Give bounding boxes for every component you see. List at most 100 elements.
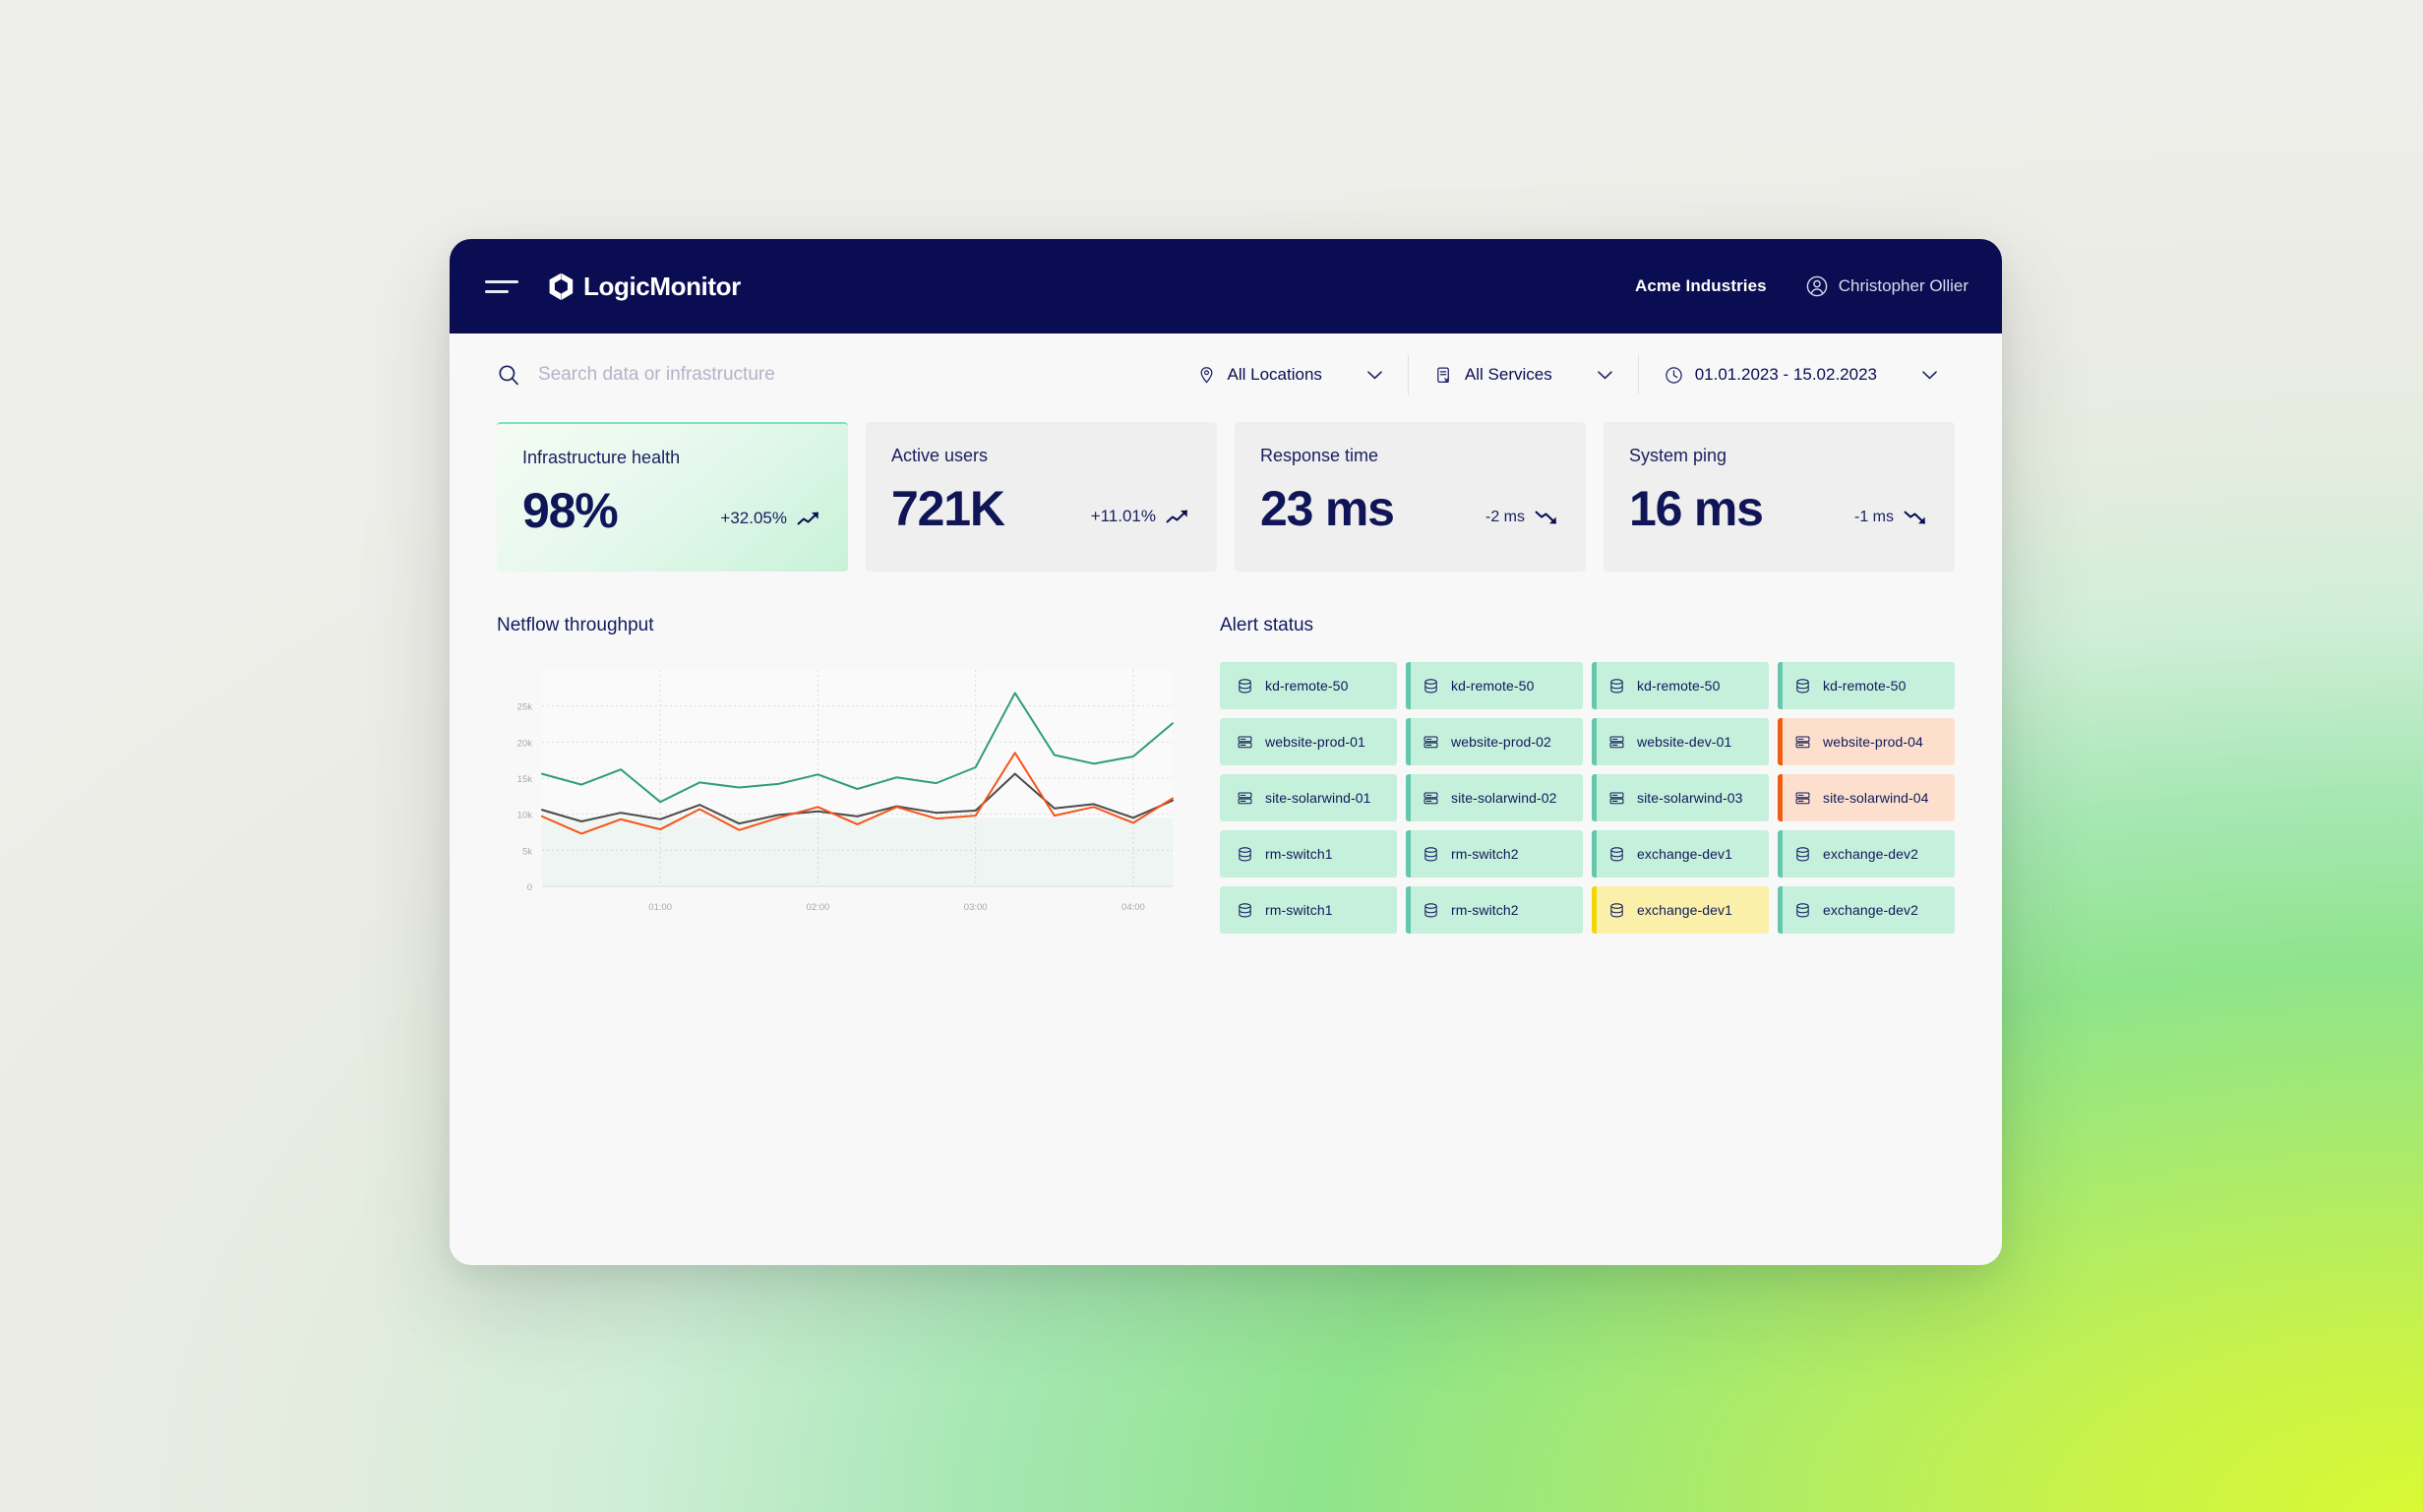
chevron-down-icon bbox=[1598, 371, 1612, 380]
kpi-delta-text: +11.01% bbox=[1091, 507, 1156, 526]
hamburger-line-1 bbox=[485, 280, 518, 283]
alert-name: website-prod-01 bbox=[1265, 734, 1365, 750]
alert-status-bar bbox=[1592, 774, 1597, 821]
alert-tile[interactable]: website-prod-01 bbox=[1220, 718, 1397, 765]
alert-name: kd-remote-50 bbox=[1265, 678, 1348, 694]
database-icon bbox=[1794, 846, 1811, 863]
svg-text:15k: 15k bbox=[517, 774, 533, 785]
kpi-delta: -2 ms bbox=[1485, 509, 1560, 533]
svg-text:10k: 10k bbox=[517, 811, 533, 821]
svg-text:04:00: 04:00 bbox=[1121, 902, 1145, 913]
kpi-title: System ping bbox=[1629, 446, 1929, 466]
alert-name: kd-remote-50 bbox=[1823, 678, 1906, 694]
server-icon bbox=[1608, 734, 1625, 751]
alert-tile[interactable]: rm-switch1 bbox=[1220, 830, 1397, 877]
kpi-value-row: 98% +32.05% bbox=[522, 486, 822, 535]
alert-tile[interactable]: website-dev-01 bbox=[1592, 718, 1769, 765]
alert-name: site-solarwind-03 bbox=[1637, 790, 1743, 806]
filter-date-range[interactable]: 01.01.2023 - 15.02.2023 bbox=[1638, 355, 1963, 394]
search-box[interactable] bbox=[497, 363, 1172, 387]
alert-status-bar bbox=[1592, 886, 1597, 934]
alert-status-bar bbox=[1406, 718, 1411, 765]
alert-panel-title: Alert status bbox=[1220, 615, 1955, 636]
filter-services[interactable]: All Services bbox=[1408, 355, 1638, 394]
alert-status-bar bbox=[1592, 718, 1597, 765]
alert-name: site-solarwind-02 bbox=[1451, 790, 1557, 806]
alert-status-bar bbox=[1406, 830, 1411, 877]
alert-tile[interactable]: site-solarwind-04 bbox=[1778, 774, 1955, 821]
kpi-title: Infrastructure health bbox=[522, 448, 822, 468]
alert-tile[interactable]: exchange-dev1 bbox=[1592, 886, 1769, 934]
alert-tile[interactable]: kd-remote-50 bbox=[1220, 662, 1397, 709]
alert-grid: kd-remote-50 kd-remote-50 kd-remote-50 kd-r… bbox=[1220, 662, 1955, 934]
kpi-card-row: Infrastructure health 98% +32.05% bbox=[497, 422, 1955, 572]
kpi-delta: -1 ms bbox=[1854, 509, 1929, 533]
kpi-card-system-ping[interactable]: System ping 16 ms -1 ms bbox=[1604, 422, 1955, 572]
alert-tile[interactable]: exchange-dev2 bbox=[1778, 886, 1955, 934]
search-input[interactable] bbox=[538, 364, 1148, 386]
kpi-card-response-time[interactable]: Response time 23 ms -2 ms bbox=[1235, 422, 1586, 572]
alert-name: website-dev-01 bbox=[1637, 734, 1731, 750]
trend-up-icon bbox=[797, 510, 822, 527]
alert-name: kd-remote-50 bbox=[1637, 678, 1720, 694]
alert-tile[interactable]: rm-switch2 bbox=[1406, 830, 1583, 877]
alert-name: exchange-dev2 bbox=[1823, 846, 1918, 862]
location-pin-icon bbox=[1197, 366, 1216, 385]
alert-status-bar bbox=[1406, 886, 1411, 934]
alert-tile[interactable]: exchange-dev2 bbox=[1778, 830, 1955, 877]
user-menu[interactable]: Christopher Ollier bbox=[1806, 275, 1969, 297]
alert-tile[interactable]: rm-switch2 bbox=[1406, 886, 1583, 934]
database-icon bbox=[1423, 902, 1439, 919]
database-icon bbox=[1423, 678, 1439, 695]
server-icon bbox=[1423, 790, 1439, 807]
filter-locations[interactable]: All Locations bbox=[1172, 355, 1408, 394]
alert-tile[interactable]: site-solarwind-01 bbox=[1220, 774, 1397, 821]
kpi-delta-text: -1 ms bbox=[1854, 509, 1894, 526]
alert-status-bar bbox=[1778, 886, 1783, 934]
svg-text:25k: 25k bbox=[517, 702, 533, 713]
alert-status-bar bbox=[1778, 718, 1783, 765]
alert-tile[interactable]: website-prod-04 bbox=[1778, 718, 1955, 765]
alert-tile[interactable]: site-solarwind-02 bbox=[1406, 774, 1583, 821]
trend-down-icon bbox=[1535, 509, 1560, 526]
alert-name: rm-switch2 bbox=[1451, 902, 1519, 918]
database-icon bbox=[1423, 846, 1439, 863]
kpi-value-row: 23 ms -2 ms bbox=[1260, 484, 1560, 533]
brand-name: LogicMonitor bbox=[583, 272, 741, 302]
kpi-card-infrastructure-health[interactable]: Infrastructure health 98% +32.05% bbox=[497, 422, 848, 572]
database-icon bbox=[1794, 902, 1811, 919]
svg-text:20k: 20k bbox=[517, 738, 533, 749]
alert-tile[interactable]: kd-remote-50 bbox=[1406, 662, 1583, 709]
organization-name[interactable]: Acme Industries bbox=[1635, 276, 1767, 296]
kpi-delta: +11.01% bbox=[1091, 507, 1191, 533]
alert-tile[interactable]: exchange-dev1 bbox=[1592, 830, 1769, 877]
kpi-value-row: 16 ms -1 ms bbox=[1629, 484, 1929, 533]
alert-tile[interactable]: website-prod-02 bbox=[1406, 718, 1583, 765]
app-window: LogicMonitor Acme Industries Christopher… bbox=[450, 239, 2002, 1265]
alert-tile[interactable]: rm-switch1 bbox=[1220, 886, 1397, 934]
hamburger-icon[interactable] bbox=[485, 280, 518, 293]
filter-bar: All Locations All Services bbox=[450, 333, 2002, 416]
kpi-title: Response time bbox=[1260, 446, 1560, 466]
alert-name: rm-switch1 bbox=[1265, 902, 1333, 918]
database-icon bbox=[1237, 902, 1253, 919]
chart-svg: 05k10k15k20k25k01:0002:0003:0004:0005:00 bbox=[497, 662, 1181, 928]
kpi-card-active-users[interactable]: Active users 721K +11.01% bbox=[866, 422, 1217, 572]
netflow-throughput-panel: Netflow throughput 05k10k15k20k25k01:000… bbox=[497, 615, 1181, 934]
alert-tile[interactable]: kd-remote-50 bbox=[1778, 662, 1955, 709]
search-icon bbox=[497, 363, 520, 387]
brand-logo[interactable]: LogicMonitor bbox=[548, 272, 741, 302]
alert-name: site-solarwind-01 bbox=[1265, 790, 1371, 806]
kpi-delta: +32.05% bbox=[720, 509, 822, 535]
alert-status-bar bbox=[1592, 662, 1597, 709]
alert-status-bar bbox=[1778, 662, 1783, 709]
alert-tile[interactable]: site-solarwind-03 bbox=[1592, 774, 1769, 821]
alert-name: exchange-dev2 bbox=[1823, 902, 1918, 918]
services-document-icon bbox=[1434, 366, 1453, 385]
netflow-chart[interactable]: 05k10k15k20k25k01:0002:0003:0004:0005:00 bbox=[497, 662, 1181, 928]
alert-tile[interactable]: kd-remote-50 bbox=[1592, 662, 1769, 709]
alert-status-bar bbox=[1592, 830, 1597, 877]
kpi-title: Active users bbox=[891, 446, 1191, 466]
database-icon bbox=[1608, 678, 1625, 695]
server-icon bbox=[1423, 734, 1439, 751]
